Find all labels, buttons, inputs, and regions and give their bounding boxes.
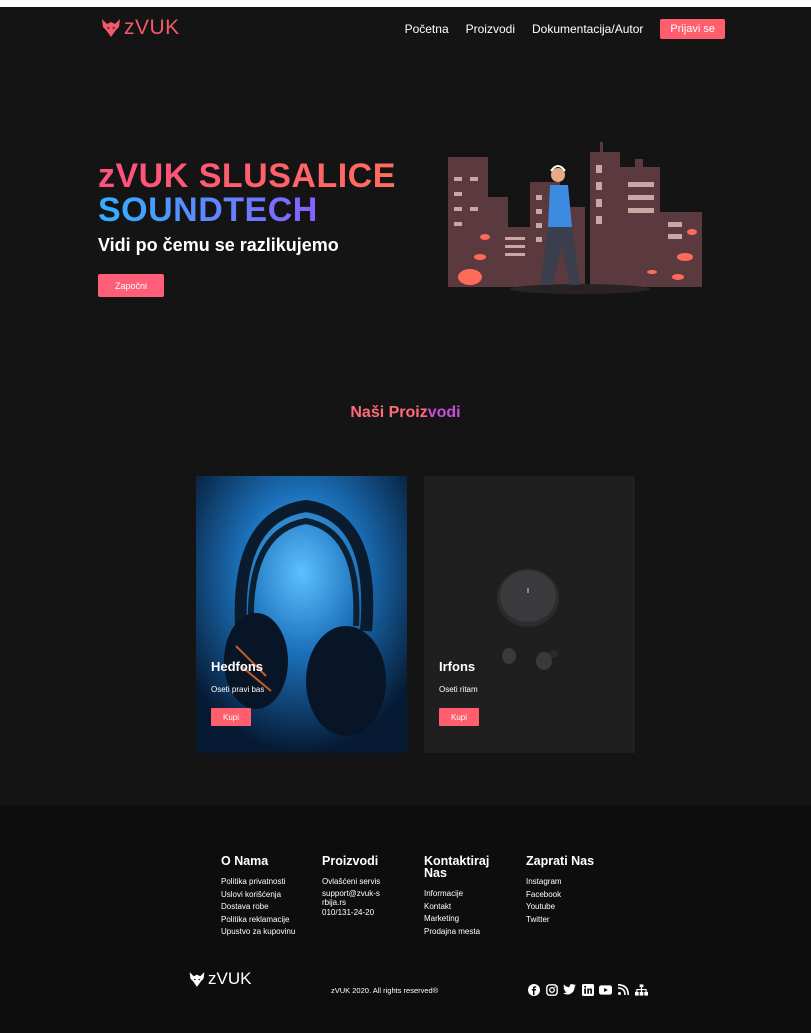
footer-column-follow: Zaprati Nas Instagram Facebook Youtube T… xyxy=(526,855,626,926)
footer-link[interactable]: Dostava robe xyxy=(221,901,321,914)
instagram-icon[interactable] xyxy=(545,983,558,996)
product-card-earbuds[interactable]: Irfons Oseti ritam Kupi xyxy=(424,476,635,753)
products-title-part1: Naši Proiz xyxy=(350,404,428,421)
navbar: zVUK Početna Proizvodi Dokumentacija/Aut… xyxy=(0,7,811,52)
hero-subtitle: Vidi po čemu se razlikujemo xyxy=(98,235,339,255)
footer-column-title: Proizvodi xyxy=(322,854,379,868)
logo-text: zVUK xyxy=(124,16,180,39)
footer-link[interactable]: Ovlašćeni servis xyxy=(322,876,402,889)
footer-phone: 010/131-24-20 xyxy=(322,907,375,917)
footer-link[interactable]: Informacije xyxy=(424,888,504,901)
footer: O Nama Politika privatnosti Uslovi koriš… xyxy=(0,806,811,1033)
facebook-icon[interactable] xyxy=(527,983,540,996)
card-title: Irfons xyxy=(439,659,476,674)
footer-link[interactable]: Facebook xyxy=(526,889,626,902)
sitemap-icon[interactable] xyxy=(635,983,648,996)
logo[interactable]: zVUK xyxy=(100,16,180,40)
hero-illustration xyxy=(448,142,702,294)
footer-column-title: O Nama xyxy=(221,854,269,868)
footer-link[interactable]: Instagram xyxy=(526,876,626,889)
card-title: Hedfons xyxy=(211,659,263,674)
footer-column-about: O Nama Politika privatnosti Uslovi koriš… xyxy=(221,855,321,939)
card-subtitle: Oseti pravi bas xyxy=(211,685,265,694)
nav-links: Početna Proizvodi Dokumentacija/Autor Pr… xyxy=(405,19,725,39)
footer-column-products: Proizvodi Ovlašćeni servis support@zvuk-… xyxy=(322,855,402,919)
footer-link[interactable]: Politika privatnosti xyxy=(221,876,321,889)
products-title-part2: vodi xyxy=(427,404,461,421)
copyright-text: zVUK 2020. All rights reserved® xyxy=(331,986,439,995)
youtube-icon[interactable] xyxy=(599,983,612,996)
footer-column-title: Kontaktiraj Nas xyxy=(424,854,490,880)
footer-link[interactable]: Kontakt xyxy=(424,901,504,914)
wolf-logo-icon xyxy=(189,971,205,987)
footer-logo-text: zVUK xyxy=(208,969,252,988)
footer-logo[interactable]: zVUK xyxy=(188,969,251,989)
page: zVUK Početna Proizvodi Dokumentacija/Aut… xyxy=(0,7,811,1033)
footer-link[interactable]: Politika reklamacije xyxy=(221,914,321,927)
footer-column-title: Zaprati Nas xyxy=(526,854,595,868)
footer-link[interactable]: Youtube xyxy=(526,901,626,914)
nav-link-home[interactable]: Početna xyxy=(405,22,449,36)
rss-icon[interactable] xyxy=(617,983,630,996)
nav-link-products[interactable]: Proizvodi xyxy=(466,22,515,36)
linkedin-icon[interactable] xyxy=(581,983,594,996)
products-section-title: Naši Proizvodi xyxy=(0,404,811,422)
buy-button[interactable]: Kupi xyxy=(439,708,479,726)
nav-link-docs[interactable]: Dokumentacija/Autor xyxy=(532,22,643,36)
buy-button[interactable]: Kupi xyxy=(211,708,251,726)
login-button[interactable]: Prijavi se xyxy=(660,19,725,39)
footer-link[interactable]: Prodajna mesta xyxy=(424,926,504,939)
hero-title-line2: SOUNDTECH xyxy=(98,191,318,229)
footer-link[interactable]: Uslovi korišćenja xyxy=(221,889,321,902)
card-subtitle: Oseti ritam xyxy=(439,685,478,694)
hero-title-line1: zVUK SLUSALICE xyxy=(98,157,396,195)
footer-link[interactable]: Twitter xyxy=(526,914,626,927)
start-button[interactable]: Započni xyxy=(98,274,164,297)
twitter-icon[interactable] xyxy=(563,983,576,996)
footer-email[interactable]: support@zvuk-srbija.rs xyxy=(322,889,382,907)
footer-link[interactable]: Upustvo za kupovinu xyxy=(221,926,321,939)
product-card-headphones[interactable]: Hedfons Oseti pravi bas Kupi xyxy=(196,476,407,753)
social-icons xyxy=(527,983,648,996)
footer-column-contact: Kontaktiraj Nas Informacije Kontakt Mark… xyxy=(424,855,504,938)
footer-link[interactable]: Marketing xyxy=(424,913,504,926)
wolf-logo-icon xyxy=(102,19,120,37)
